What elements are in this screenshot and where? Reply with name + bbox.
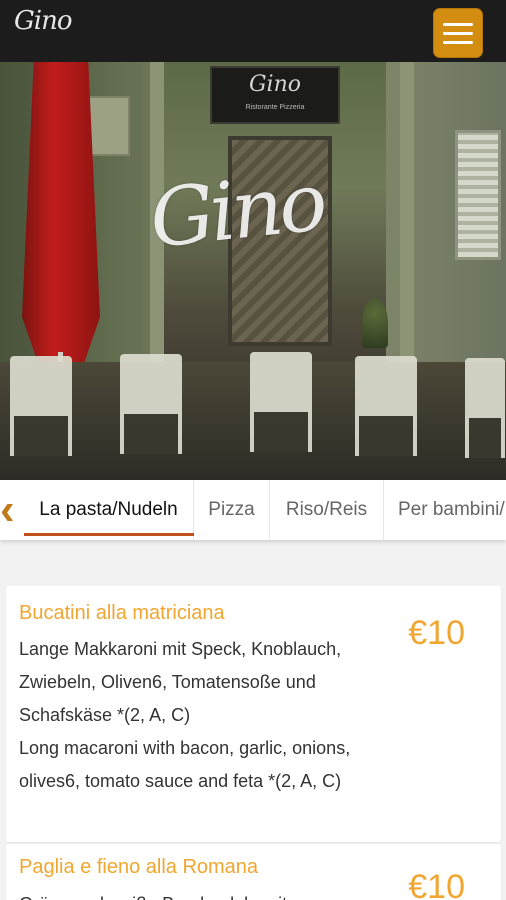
dish-price: €10 bbox=[408, 868, 465, 900]
hero-chair bbox=[250, 352, 312, 452]
hamburger-menu-button[interactable] bbox=[433, 8, 483, 58]
tab-per-bambini[interactable]: Per bambini/ bbox=[384, 480, 506, 540]
hero-script-logo: Gino bbox=[145, 155, 328, 266]
hero-plaque bbox=[88, 96, 130, 156]
hero-chair bbox=[10, 356, 72, 456]
top-bar: Gino bbox=[0, 0, 506, 62]
hero-image: Gino Ristorante Pizzeria Gino bbox=[0, 62, 506, 480]
dish-description-de: Lange Makkaroni mit Speck, Knoblauch, Zw… bbox=[19, 639, 342, 725]
dish-title: Bucatini alla matriciana bbox=[19, 602, 225, 624]
menu-item-card[interactable]: Bucatini alla matriciana €10 Lange Makka… bbox=[6, 586, 501, 842]
dish-description-en: Long macaroni with bacon, garlic, onions… bbox=[19, 738, 351, 791]
hamburger-menu-icon bbox=[443, 22, 473, 26]
hero-chair bbox=[355, 356, 417, 456]
logo[interactable]: Gino bbox=[14, 6, 72, 36]
active-tab-indicator bbox=[24, 533, 194, 536]
dish-description: Lange Makkaroni mit Speck, Knoblauch, Zw… bbox=[19, 633, 384, 798]
hamburger-menu-icon-bar bbox=[443, 31, 473, 35]
category-tabs: ‹ La pasta/Nudeln Pizza Riso/Reis Per ba… bbox=[0, 480, 506, 540]
hero-chair bbox=[120, 354, 182, 454]
hero-window bbox=[455, 130, 501, 260]
restaurant-sign: Gino Ristorante Pizzeria bbox=[210, 66, 340, 124]
hamburger-menu-icon-bar bbox=[443, 40, 473, 44]
hero-terrace bbox=[0, 352, 506, 480]
dish-title: Paglia e fieno alla Romana bbox=[19, 856, 259, 878]
hero-pillar bbox=[400, 62, 414, 362]
menu-item-card[interactable]: Paglia e fieno alla Romana €10 Grüne und… bbox=[6, 844, 501, 900]
hero-chair bbox=[465, 358, 505, 458]
tab-la-pasta[interactable]: La pasta/Nudeln bbox=[24, 480, 194, 540]
dish-description-de: Grüne und weiße Bandnudeln mit bbox=[19, 888, 384, 900]
hero-plant bbox=[362, 298, 388, 348]
hero-umbrella bbox=[22, 62, 100, 362]
tab-pizza[interactable]: Pizza bbox=[194, 480, 270, 540]
tab-riso[interactable]: Riso/Reis bbox=[270, 480, 384, 540]
sign-subtitle: Ristorante Pizzeria bbox=[245, 104, 305, 111]
sign-text: Gino bbox=[248, 72, 302, 97]
dish-price: €10 bbox=[408, 614, 465, 652]
